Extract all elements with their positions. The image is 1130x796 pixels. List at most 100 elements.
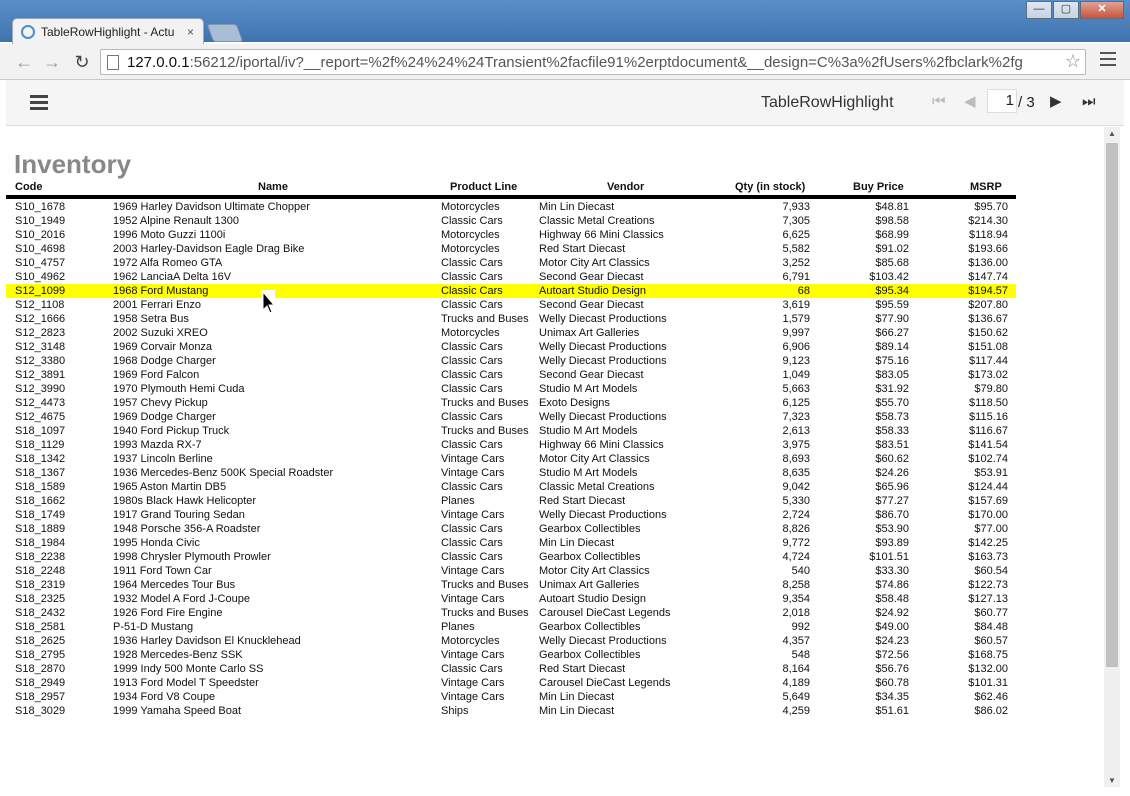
- last-page-icon[interactable]: ⏭: [1082, 93, 1096, 111]
- maximize-button[interactable]: ▢: [1053, 1, 1079, 19]
- cell-vendor: Autoart Studio Design: [539, 593, 647, 605]
- table-row: S18_1129 1993 Mazda RX-7 Classic Cars Highw…: [6, 438, 1016, 452]
- cell-qty: 6,791: [782, 271, 810, 283]
- page-number-input[interactable]: 1: [987, 89, 1017, 113]
- bookmark-star-icon[interactable]: ☆: [1065, 51, 1081, 72]
- cell-buy: $24.23: [875, 635, 909, 647]
- cell-qty: 2,018: [782, 607, 810, 619]
- cell-buy: $77.27: [875, 495, 909, 507]
- cell-vendor: Gearbox Collectibles: [539, 551, 641, 563]
- scroll-thumb[interactable]: [1106, 143, 1118, 667]
- cell-name: 1968 Ford Mustang: [113, 285, 209, 297]
- cell-vendor: Min Lin Diecast: [539, 705, 615, 717]
- cell-code: S18_3029: [15, 705, 66, 717]
- browser-menu-icon[interactable]: [1100, 52, 1116, 68]
- close-window-button[interactable]: ✕: [1080, 1, 1124, 19]
- cell-code: S12_3891: [15, 369, 66, 381]
- cell-qty: 4,357: [782, 635, 810, 647]
- cell-buy: $74.86: [875, 579, 909, 591]
- cell-vendor: Studio M Art Models: [539, 425, 638, 437]
- cell-name: 1969 Dodge Charger: [113, 411, 216, 423]
- cell-msrp: $60.57: [974, 635, 1008, 647]
- cell-line: Vintage Cars: [441, 467, 505, 479]
- page-total: / 3: [1018, 94, 1035, 111]
- cell-name: 2001 Ferrari Enzo: [113, 299, 202, 311]
- cell-buy: $55.70: [875, 397, 909, 409]
- previous-page-icon[interactable]: ◀: [964, 93, 976, 111]
- cell-code: S12_4675: [15, 411, 66, 423]
- cell-buy: $83.05: [875, 369, 909, 381]
- table-row: S12_3891 1969 Ford Falcon Classic Cars Seco…: [6, 368, 1016, 382]
- table-row: S12_1666 1958 Setra Bus Trucks and Buses We…: [6, 312, 1016, 326]
- cell-code: S10_4757: [15, 257, 66, 269]
- cell-name: 1968 Dodge Charger: [113, 355, 216, 367]
- cell-vendor: Second Gear Diecast: [539, 271, 644, 283]
- cell-buy: $95.59: [875, 299, 909, 311]
- cell-code: S18_2248: [15, 565, 66, 577]
- cell-line: Classic Cars: [441, 383, 503, 395]
- header-product-line: Product Line: [450, 181, 518, 193]
- cell-name: 2002 Suzuki XREO: [113, 327, 208, 339]
- vertical-scrollbar[interactable]: ▲ ▼: [1104, 127, 1120, 787]
- cell-code: S18_1589: [15, 481, 66, 493]
- cell-buy: $24.92: [875, 607, 909, 619]
- cell-qty: 6,125: [782, 397, 810, 409]
- browser-tab[interactable]: TableRowHighlight - Actu ×: [12, 18, 204, 44]
- report-name: TableRowHighlight: [761, 94, 894, 111]
- cell-buy: $48.81: [875, 201, 909, 213]
- cell-name: 1995 Honda Civic: [113, 537, 200, 549]
- cell-msrp: $151.08: [968, 341, 1008, 353]
- cell-qty: 2,613: [782, 425, 810, 437]
- new-tab-button[interactable]: [206, 24, 244, 42]
- cell-qty: 3,619: [782, 299, 810, 311]
- cell-line: Classic Cars: [441, 341, 503, 353]
- scroll-down-icon[interactable]: ▼: [1108, 776, 1116, 785]
- cell-qty: 9,997: [782, 327, 810, 339]
- cell-vendor: Studio M Art Models: [539, 383, 638, 395]
- table-row: S18_3029 1999 Yamaha Speed Boat Ships Min L…: [6, 704, 1016, 718]
- header-buy-price: Buy Price: [853, 181, 904, 193]
- address-bar[interactable]: 127.0.0.1:56212/iportal/iv?__report=%2f%…: [100, 49, 1086, 75]
- cell-buy: $86.70: [875, 509, 909, 521]
- forward-button[interactable]: →: [40, 50, 64, 74]
- cell-qty: 1,579: [782, 313, 810, 325]
- cell-msrp: $53.91: [974, 467, 1008, 479]
- cell-msrp: $122.73: [968, 579, 1008, 591]
- cell-msrp: $207.80: [968, 299, 1008, 311]
- cell-name: 1932 Model A Ford J-Coupe: [113, 593, 250, 605]
- cell-name: 1952 Alpine Renault 1300: [113, 215, 239, 227]
- tab-close-icon[interactable]: ×: [187, 25, 194, 39]
- cell-name: 1993 Mazda RX-7: [113, 439, 202, 451]
- cell-name: 1936 Harley Davidson El Knucklehead: [113, 635, 301, 647]
- first-page-icon[interactable]: ⏮: [932, 93, 946, 111]
- cell-name: 1998 Chrysler Plymouth Prowler: [113, 551, 271, 563]
- back-button[interactable]: ←: [12, 50, 36, 74]
- table-row: S12_4675 1969 Dodge Charger Classic Cars We…: [6, 410, 1016, 424]
- hamburger-menu-icon[interactable]: [30, 95, 48, 110]
- cell-qty: 5,582: [782, 243, 810, 255]
- reload-button[interactable]: ↻: [70, 50, 94, 74]
- cell-buy: $60.78: [875, 677, 909, 689]
- minimize-button[interactable]: —: [1026, 1, 1052, 19]
- cell-line: Vintage Cars: [441, 565, 505, 577]
- cell-line: Trucks and Buses: [441, 607, 529, 619]
- table-row: S10_4962 1962 LanciaA Delta 16V Classic Ca…: [6, 270, 1016, 284]
- cell-code: S18_1129: [15, 439, 65, 451]
- cell-code: S18_2319: [15, 579, 66, 591]
- cell-line: Trucks and Buses: [441, 313, 529, 325]
- cell-vendor: Red Start Diecast: [539, 243, 626, 255]
- table-row: S18_2319 1964 Mercedes Tour Bus Trucks and…: [6, 578, 1016, 592]
- table-row: S12_3990 1970 Plymouth Hemi Cuda Classic C…: [6, 382, 1016, 396]
- header-msrp: MSRP: [970, 181, 1002, 193]
- scroll-up-icon[interactable]: ▲: [1108, 129, 1116, 138]
- cell-msrp: $116.67: [969, 425, 1008, 437]
- cell-vendor: Welly Diecast Productions: [539, 411, 667, 423]
- cell-buy: $49.00: [875, 621, 909, 633]
- cell-name: 1999 Indy 500 Monte Carlo SS: [113, 663, 264, 675]
- cell-code: S12_1108: [15, 299, 65, 311]
- cell-buy: $60.62: [875, 453, 909, 465]
- next-page-icon[interactable]: ▶: [1050, 93, 1062, 111]
- header-code: Code: [15, 181, 43, 193]
- cell-msrp: $150.62: [968, 327, 1008, 339]
- cell-code: S10_2016: [15, 229, 66, 241]
